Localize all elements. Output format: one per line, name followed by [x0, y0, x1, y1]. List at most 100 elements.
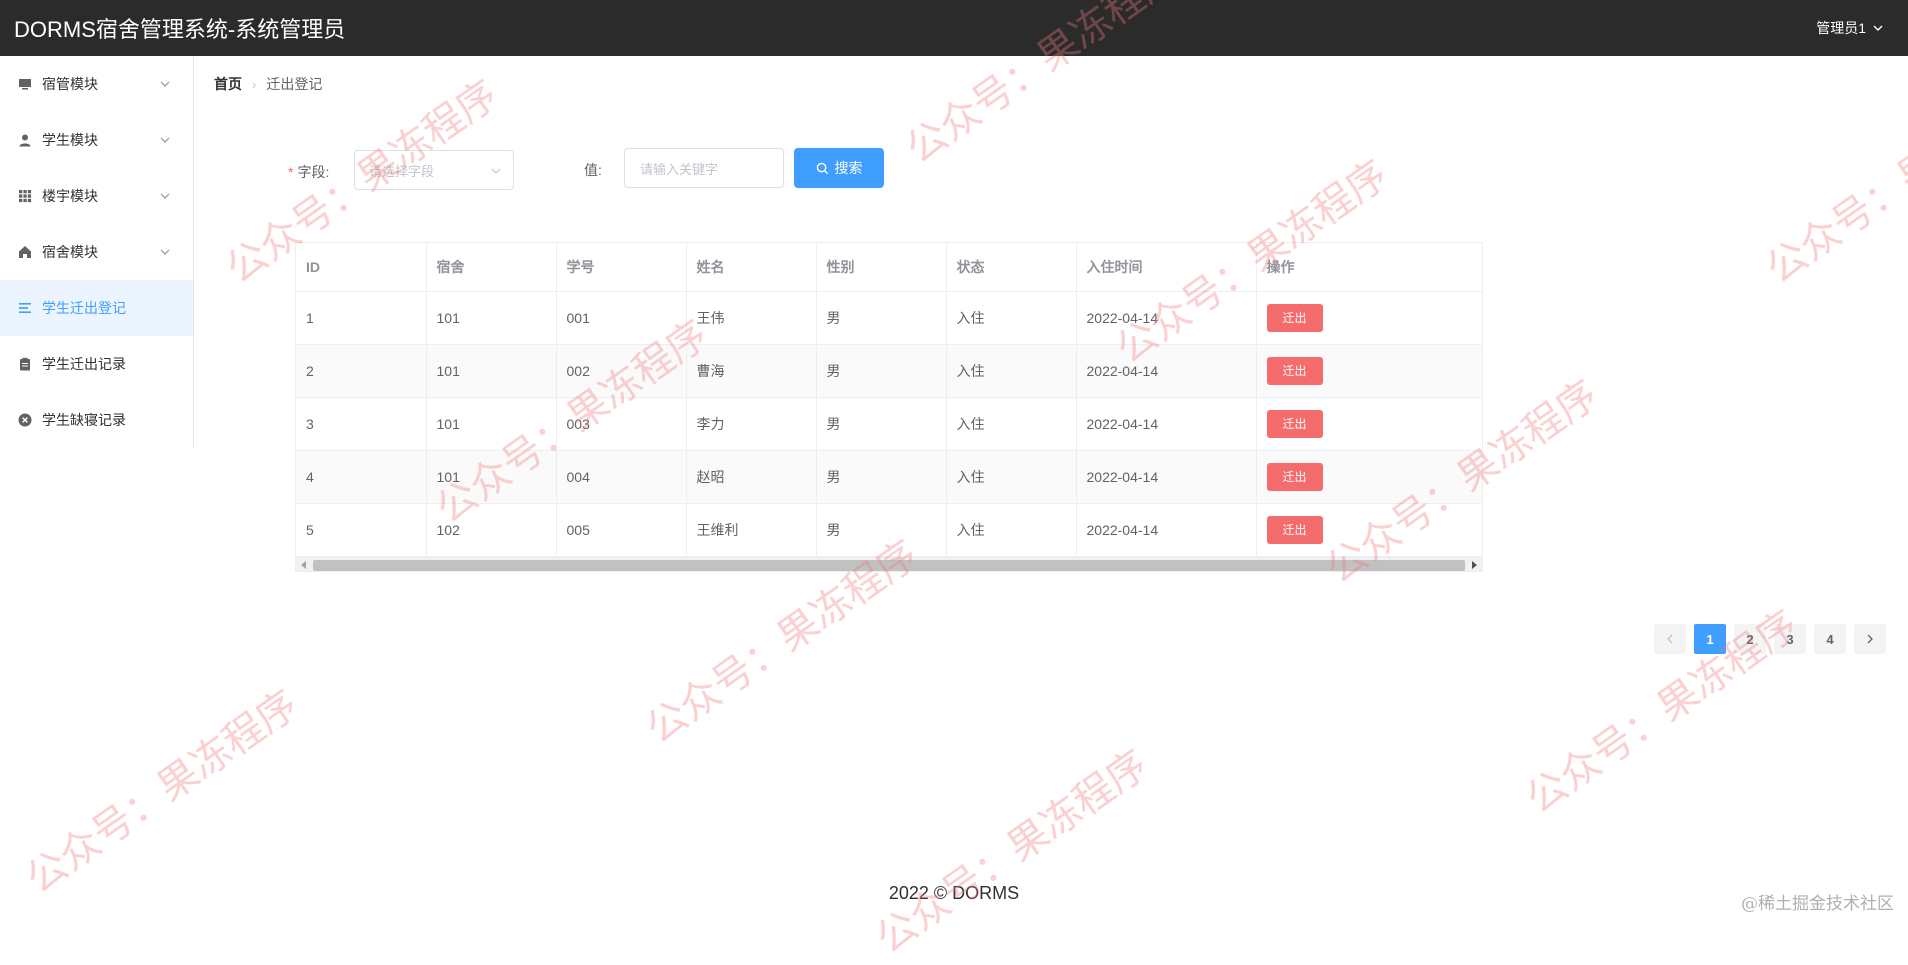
checkout-button[interactable]: 迁出	[1266, 303, 1323, 332]
sidebar-item-absence-records[interactable]: 学生缺寝记录	[0, 392, 193, 448]
sidebar-item-label: 宿舍模块	[42, 244, 98, 260]
cell-dorm: 101	[426, 450, 557, 504]
top-navbar: DORMS宿舍管理系统-系统管理员 管理员1	[0, 0, 1908, 56]
home-icon	[18, 245, 32, 259]
cell-checkin: 2022-04-14	[1076, 397, 1257, 451]
table-row: 3 101 003 李力 男 入住 2022-04-14 迁出	[296, 397, 1482, 451]
cell-id: 1	[296, 291, 427, 345]
column-header: 操作	[1256, 243, 1482, 292]
page-button[interactable]: 4	[1814, 624, 1846, 654]
cell-id: 2	[296, 344, 427, 398]
checkout-button[interactable]: 迁出	[1266, 462, 1323, 491]
cell-action: 迁出	[1256, 503, 1482, 557]
chevron-down-icon	[160, 137, 170, 143]
cell-checkin: 2022-04-14	[1076, 450, 1257, 504]
cell-student-no: 003	[556, 397, 687, 451]
scroll-left-arrow-icon[interactable]	[301, 560, 306, 569]
breadcrumb: 首页 › 迁出登记	[214, 74, 322, 94]
cell-student-no: 002	[556, 344, 687, 398]
search-button-label: 搜索	[834, 160, 863, 176]
cell-checkin: 2022-04-14	[1076, 344, 1257, 398]
sidebar-item-checkout-records[interactable]: 学生迁出记录	[0, 336, 193, 392]
column-header: 入住时间	[1076, 243, 1257, 292]
table-row: 2 101 002 曹海 男 入住 2022-04-14 迁出	[296, 344, 1482, 398]
chevron-down-icon	[160, 249, 170, 255]
cell-checkin: 2022-04-14	[1076, 291, 1257, 345]
table-row: 4 101 004 赵昭 男 入住 2022-04-14 迁出	[296, 450, 1482, 504]
cell-name: 王维利	[686, 503, 817, 557]
sidebar-item-dorm[interactable]: 宿舍模块	[0, 224, 193, 280]
chevron-down-icon	[1873, 25, 1883, 31]
horizontal-scrollbar[interactable]	[296, 556, 1482, 571]
column-header: 状态	[946, 243, 1077, 292]
cell-name: 李力	[686, 397, 817, 451]
scroll-right-arrow-icon[interactable]	[1472, 560, 1477, 569]
cell-action: 迁出	[1256, 397, 1482, 451]
checkout-button[interactable]: 迁出	[1266, 409, 1323, 438]
list-icon	[18, 301, 32, 315]
prev-page-button[interactable]	[1654, 624, 1686, 654]
table-row: 5 102 005 王维利 男 入住 2022-04-14 迁出	[296, 503, 1482, 557]
user-name: 管理员1	[1816, 20, 1866, 36]
sidebar-item-label: 学生迁出登记	[42, 300, 126, 316]
sidebar-item-label: 楼宇模块	[42, 188, 98, 204]
table-row: 1 101 001 王伟 男 入住 2022-04-14 迁出	[296, 291, 1482, 345]
user-icon	[18, 133, 32, 147]
page-button[interactable]: 1	[1694, 624, 1726, 654]
monitor-icon	[18, 77, 32, 91]
cell-status: 入住	[946, 291, 1077, 345]
required-mark: *	[288, 164, 294, 180]
cell-gender: 男	[816, 291, 947, 345]
sidebar-item-checkout-register[interactable]: 学生迁出登记	[0, 280, 193, 336]
cell-status: 入住	[946, 450, 1077, 504]
cell-dorm: 101	[426, 397, 557, 451]
main-content: 首页 › 迁出登记 * 字段: 请选择字段 值: 请输入关键字 搜索 ID 宿舍 …	[195, 56, 1908, 918]
sidebar-item-building[interactable]: 楼宇模块	[0, 168, 193, 224]
column-header: 性别	[816, 243, 947, 292]
field-label: * 字段:	[288, 162, 329, 182]
credit-watermark: @稀土掘金技术社区	[1741, 894, 1894, 914]
breadcrumb-home[interactable]: 首页	[214, 74, 242, 94]
circle-close-icon	[18, 413, 32, 427]
data-table: ID 宿舍 学号 姓名 性别 状态 入住时间 操作 1 101 001 王伟 男	[295, 242, 1483, 572]
cell-dorm: 101	[426, 291, 557, 345]
cell-student-no: 001	[556, 291, 687, 345]
search-button[interactable]: 搜索	[794, 148, 884, 188]
breadcrumb-current: 迁出登记	[266, 76, 323, 92]
pagination: 1 2 3 4	[1654, 624, 1886, 654]
page-button[interactable]: 2	[1734, 624, 1766, 654]
cell-status: 入住	[946, 503, 1077, 557]
column-header: 学号	[556, 243, 687, 292]
column-header: 姓名	[686, 243, 817, 292]
sidebar: 宿管模块 学生模块 楼宇模块 宿舍模块 学生迁出登记 学生迁出记录 学生缺寝记录	[0, 56, 194, 448]
cell-id: 4	[296, 450, 427, 504]
sidebar-item-label: 学生缺寝记录	[42, 412, 126, 428]
page-button[interactable]: 3	[1774, 624, 1806, 654]
cell-name: 赵昭	[686, 450, 817, 504]
next-page-button[interactable]	[1854, 624, 1886, 654]
search-icon	[816, 162, 828, 174]
table-header-row: ID 宿舍 学号 姓名 性别 状态 入住时间 操作	[296, 243, 1482, 292]
value-label: 值:	[584, 162, 602, 178]
sidebar-item-student[interactable]: 学生模块	[0, 112, 193, 168]
user-menu[interactable]: 管理员1	[1816, 18, 1884, 38]
cell-gender: 男	[816, 503, 947, 557]
clipboard-icon	[18, 357, 32, 371]
cell-name: 曹海	[686, 344, 817, 398]
cell-id: 5	[296, 503, 427, 557]
chevron-down-icon	[491, 168, 501, 174]
sidebar-item-label: 学生迁出记录	[42, 356, 126, 372]
cell-student-no: 005	[556, 503, 687, 557]
scrollbar-thumb[interactable]	[313, 559, 1465, 571]
cell-dorm: 102	[426, 503, 557, 557]
sidebar-item-label: 学生模块	[42, 132, 98, 148]
cell-id: 3	[296, 397, 427, 451]
field-select[interactable]: 请选择字段	[354, 150, 514, 190]
sidebar-item-dorm-manager[interactable]: 宿管模块	[0, 56, 193, 112]
column-header: ID	[296, 243, 427, 292]
checkout-button[interactable]: 迁出	[1266, 515, 1323, 544]
cell-action: 迁出	[1256, 291, 1482, 345]
checkout-button[interactable]: 迁出	[1266, 356, 1323, 385]
keyword-input[interactable]: 请输入关键字	[624, 148, 784, 188]
keyword-input-placeholder: 请输入关键字	[640, 161, 719, 177]
